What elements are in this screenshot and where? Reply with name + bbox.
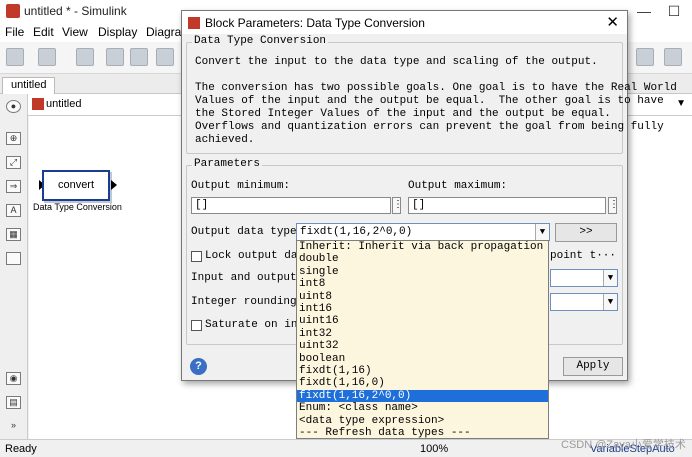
dropdown-option[interactable]: Inherit: Inherit via back propagation [297, 241, 548, 253]
window-title: untitled * - Simulink [24, 4, 127, 18]
hide-browser-icon[interactable]: ● [6, 100, 21, 113]
menu-edit[interactable]: Edit [33, 25, 54, 39]
dropdown-option[interactable]: <data type expression> [297, 415, 548, 427]
image-icon[interactable]: ▦ [6, 228, 21, 241]
chevron-down-icon[interactable]: ▼ [535, 224, 549, 240]
up-arrow-icon[interactable] [156, 48, 174, 66]
camera-icon[interactable]: ◉ [6, 372, 21, 385]
arrow-connect-icon[interactable]: ⇒ [6, 180, 21, 193]
input-output-label: Input and output t [191, 272, 310, 284]
description-line: The conversion has two possible goals. O… [195, 82, 677, 94]
open-folder-icon[interactable] [38, 48, 56, 66]
dropdown-option[interactable]: uint16 [297, 315, 548, 327]
dropdown-option[interactable]: uint8 [297, 291, 548, 303]
input-output-select[interactable]: ▼ [550, 269, 618, 287]
output-data-type-select[interactable]: fixdt(1,16,2^0,0) ▼ [296, 223, 550, 241]
dropdown-option[interactable]: --- Refresh data types --- [297, 427, 548, 439]
output-minimum-label: Output minimum: [191, 180, 291, 192]
dropdown-option[interactable]: single [297, 266, 548, 278]
forward-arrow-icon[interactable] [130, 48, 148, 66]
address-dropdown-icon[interactable]: ▼ [676, 98, 686, 109]
help-icon[interactable]: ? [190, 358, 207, 375]
annotation-icon[interactable]: A [6, 204, 21, 217]
dropdown-option[interactable]: fixdt(1,16) [297, 365, 548, 377]
explorer-icon[interactable]: ▤ [6, 396, 21, 409]
watermark: CSDN @Zaya小爱学技术 [561, 439, 686, 451]
data-type-conversion-block[interactable]: convert [42, 170, 110, 201]
description-line: Overflows and quantization errors can pr… [195, 121, 664, 133]
simulink-app-icon [6, 4, 20, 18]
description-group-title: Data Type Conversion [192, 35, 329, 47]
back-arrow-icon[interactable] [106, 48, 124, 66]
description-group: Data Type Conversion Convert the input t… [186, 35, 677, 154]
parameters-group-title: Parameters [192, 158, 263, 170]
output-data-type-label: Output data type: [191, 226, 304, 238]
lock-output-label-tail: point t··· [550, 250, 617, 262]
new-model-icon[interactable] [6, 48, 24, 66]
chevron-down-icon[interactable]: ▼ [603, 294, 617, 310]
zoom-icon[interactable]: ⊕ [6, 132, 21, 145]
save-icon[interactable] [76, 48, 94, 66]
output-minimum-input[interactable]: [] [191, 197, 391, 214]
dialog-icon [188, 17, 200, 29]
fit-view-icon[interactable]: ⤢ [6, 156, 21, 169]
dropdown-option[interactable]: boolean [297, 353, 548, 365]
output-maximum-menu-button[interactable]: ⋮ [608, 197, 619, 214]
dialog-titlebar: Block Parameters: Data Type Conversion ✕ [182, 11, 627, 34]
integer-rounding-select[interactable]: ▼ [550, 293, 618, 311]
description-line: achieved. [195, 134, 255, 146]
dropdown-option[interactable]: double [297, 253, 548, 265]
lock-output-checkbox[interactable] [191, 251, 202, 262]
chevron-down-icon[interactable]: ▼ [603, 270, 617, 286]
output-maximum-label: Output maximum: [408, 180, 508, 192]
zoom-level: 100% [420, 443, 449, 455]
output-maximum-input[interactable]: [] [408, 197, 606, 214]
output-data-type-value: fixdt(1,16,2^0,0) [300, 226, 413, 238]
address-path[interactable]: untitled [46, 98, 81, 110]
expand-icon[interactable]: » [6, 420, 21, 433]
dialog-title: Block Parameters: Data Type Conversion [205, 16, 425, 30]
menu-display[interactable]: Display [98, 25, 137, 39]
dialog-close-button[interactable]: ✕ [606, 13, 619, 31]
dropdown-option-selected[interactable]: fixdt(1,16,2^0,0) [297, 389, 548, 403]
dropdown-option[interactable]: fixdt(1,16,0) [297, 377, 548, 389]
data-type-assistant-button[interactable]: >> [555, 223, 617, 242]
settings-gear-icon[interactable] [664, 48, 682, 66]
description-line: Convert the input to the data type and s… [195, 56, 598, 68]
lock-output-label: Lock output data [205, 250, 311, 262]
output-port-icon [111, 180, 117, 190]
left-palette: ● ⊕ ⤢ ⇒ A ▦ ◉ ▤ » [0, 94, 28, 439]
integer-rounding-label: Integer rounding m [191, 296, 310, 308]
status-text: Ready [5, 443, 37, 455]
saturate-label: Saturate on inte [205, 319, 311, 331]
dropdown-option[interactable]: int8 [297, 278, 548, 290]
minimize-button[interactable]: — [630, 2, 658, 20]
maximize-button[interactable]: ☐ [660, 2, 688, 20]
grid-library-icon[interactable] [636, 48, 654, 66]
menu-view[interactable]: View [62, 25, 88, 39]
area-icon[interactable] [6, 252, 21, 265]
model-icon [32, 98, 44, 110]
dropdown-option[interactable]: uint32 [297, 340, 548, 352]
dropdown-option[interactable]: int32 [297, 328, 548, 340]
menu-file[interactable]: File [5, 25, 24, 39]
apply-button[interactable]: Apply [563, 357, 623, 376]
dropdown-option[interactable]: Enum: <class name> [297, 402, 548, 414]
saturate-checkbox[interactable] [191, 320, 202, 331]
description-line: Values of the input and the output be eq… [195, 95, 664, 107]
tab-untitled[interactable]: untitled [2, 77, 56, 94]
output-minimum-menu-button[interactable]: ⋮ [392, 197, 403, 214]
data-type-dropdown-list: Inherit: Inherit via back propagation do… [296, 240, 549, 439]
block-caption: Data Type Conversion [33, 202, 122, 212]
dropdown-option[interactable]: int16 [297, 303, 548, 315]
description-line: the Stored Integer Values of the input a… [195, 108, 611, 120]
